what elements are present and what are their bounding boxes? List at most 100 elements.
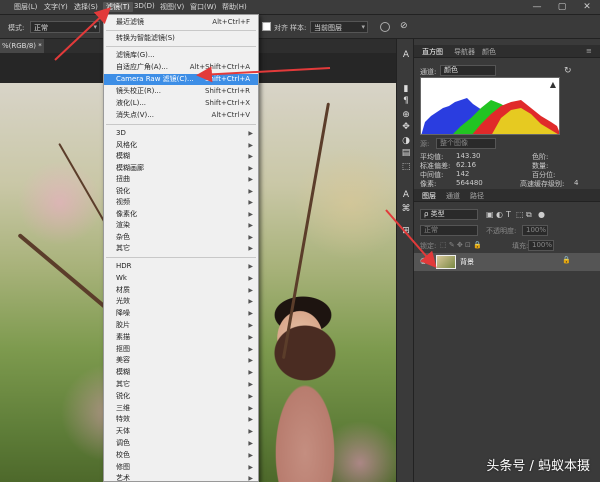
eye-icon[interactable]: ◉ (420, 256, 427, 265)
menu-item-submenu[interactable]: 模糊 ▶ (104, 151, 258, 162)
ignore-adjustment-icon[interactable] (380, 22, 390, 32)
menu-item-plugin[interactable]: 模糊 ▶ (104, 367, 258, 378)
lock-icons[interactable]: ⬚ ✎ ✥ ⊡ 🔒 (440, 241, 482, 249)
submenu-arrow-icon: ▶ (248, 333, 253, 341)
close-icon[interactable]: ✕ (580, 1, 594, 13)
cache-warning-icon[interactable]: ▲ (550, 80, 556, 89)
panel-tool-icon[interactable]: ¶ (400, 95, 412, 107)
refresh-icon[interactable]: ↻ (564, 66, 572, 76)
menu-3d[interactable]: 3D(D) (134, 2, 155, 10)
menu-item-submenu[interactable]: 扭曲 ▶ (104, 174, 258, 185)
tab-paths[interactable]: 路径 (470, 191, 484, 201)
panel-tool-icon[interactable]: ◑ (400, 135, 412, 147)
filter-adjust-icon[interactable]: ◐ (496, 210, 503, 219)
histogram-panel-tabs: 直方图 导航器 颜色 ≡ (414, 45, 600, 58)
submenu-arrow-icon: ▶ (248, 404, 253, 412)
source-select[interactable]: 整个图像 (436, 138, 496, 149)
channel-select[interactable]: 颜色 (440, 65, 496, 76)
menu-layer[interactable]: 图层(L) (14, 2, 37, 12)
menu-help[interactable]: 帮助(H) (222, 2, 247, 12)
brush-pressure-icon[interactable]: ⊘ (400, 21, 410, 33)
filter-type-icon[interactable]: T (506, 210, 511, 219)
sample-select[interactable]: 当前图层 (310, 21, 368, 33)
menu-item-plugin[interactable]: HDR ▶ (104, 261, 258, 272)
panel-tool-icon[interactable]: ▮ (400, 83, 412, 95)
menu-item-liquify[interactable]: 液化(L)... Shift+Ctrl+X (104, 98, 258, 109)
menu-item-lens-correction[interactable]: 镜头校正(R)... Shift+Ctrl+R (104, 86, 258, 97)
menu-item-plugin[interactable]: 调色 ▶ (104, 438, 258, 449)
menu-item-plugin[interactable]: 修图 ▶ (104, 462, 258, 473)
menu-item-submenu[interactable]: 视频 ▶ (104, 197, 258, 208)
blend-mode-select[interactable]: 正常 (420, 225, 478, 236)
layer-row-background[interactable]: ◉ 背景 🔒 (414, 253, 600, 271)
tab-histogram[interactable]: 直方图 (422, 47, 443, 57)
tab-channels[interactable]: 通道 (446, 191, 460, 201)
menu-item-plugin[interactable]: 天体 ▶ (104, 426, 258, 437)
menu-item-submenu[interactable]: 其它 ▶ (104, 243, 258, 254)
panel-tool-icon[interactable]: ✥ (400, 121, 412, 133)
filter-shape-icon[interactable]: ⬚ (516, 210, 524, 219)
menu-item-submenu[interactable]: 3D ▶ (104, 128, 258, 139)
document-tab[interactable]: %(RGB/8) * × (0, 39, 44, 53)
menu-item-plugin[interactable]: 艺术 ▶ (104, 473, 258, 481)
menu-filter[interactable]: 滤镜(T) (103, 2, 133, 12)
menu-item-plugin[interactable]: 其它 ▶ (104, 379, 258, 390)
tab-navigator[interactable]: 导航器 (454, 47, 475, 57)
menu-item-plugin[interactable]: 校色 ▶ (104, 450, 258, 461)
mode-select[interactable]: 正常 (30, 21, 100, 33)
menu-item-plugin[interactable]: 三维 ▶ (104, 403, 258, 414)
menu-item-plugin[interactable]: 胶片 ▶ (104, 320, 258, 331)
panel-tool-icon[interactable]: ⊕ (400, 109, 412, 121)
panel-menu-icon[interactable]: ≡ (586, 47, 592, 55)
opacity-input[interactable]: 100% (522, 225, 548, 236)
menu-item-submenu[interactable]: 模糊画廊 ▶ (104, 163, 258, 174)
panel-tool-icon[interactable]: ⌘ (400, 203, 412, 215)
align-checkbox[interactable] (262, 22, 271, 31)
filter-smart-icon[interactable]: ⧉ (526, 210, 532, 220)
menu-item-last-filter[interactable]: 最近滤镜 Alt+Ctrl+F (104, 17, 258, 28)
panel-tool-icon[interactable]: A (400, 189, 412, 201)
menu-item-submenu[interactable]: 风格化 ▶ (104, 140, 258, 151)
menu-item-plugin[interactable]: 美容 ▶ (104, 355, 258, 366)
menu-window[interactable]: 窗口(W) (190, 2, 216, 12)
menu-item-plugin[interactable]: 特效 ▶ (104, 414, 258, 425)
submenu-arrow-icon: ▶ (248, 392, 253, 400)
menu-item-plugin[interactable]: 光效 ▶ (104, 296, 258, 307)
fill-input[interactable]: 100% (528, 240, 554, 251)
menu-item-submenu[interactable]: 渲染 ▶ (104, 220, 258, 231)
menu-item-plugin[interactable]: 材质 ▶ (104, 285, 258, 296)
menu-view[interactable]: 视图(V) (160, 2, 184, 12)
layer-kind-filter[interactable]: ρ 类型 (420, 209, 478, 220)
submenu-arrow-icon: ▶ (248, 286, 253, 294)
menu-select[interactable]: 选择(S) (74, 2, 98, 12)
panel-tool-icon[interactable]: ⬚ (400, 161, 412, 173)
layer-lock-icon[interactable]: 🔒 (562, 256, 571, 264)
tab-color[interactable]: 颜色 (482, 47, 496, 57)
menu-item-plugin[interactable]: 抠图 ▶ (104, 344, 258, 355)
menu-item-submenu[interactable]: 像素化 ▶ (104, 209, 258, 220)
menu-item-filter-gallery[interactable]: 滤镜库(G)... (104, 50, 258, 61)
menu-item-adaptive-wide-angle[interactable]: 自适应广角(A)... Alt+Shift+Ctrl+A (104, 62, 258, 73)
panel-tool-icon[interactable]: A (400, 49, 412, 61)
menu-item-label: 扭曲 (116, 175, 130, 183)
minimize-icon[interactable]: — (530, 1, 544, 13)
menu-item-convert-smart-filter[interactable]: 转换为智能滤镜(S) (104, 33, 258, 44)
panel-tool-icon[interactable]: ▤ (400, 147, 412, 159)
filter-toggle-icon[interactable]: ● (538, 210, 545, 219)
menu-type[interactable]: 文字(Y) (44, 2, 68, 12)
panel-tool-icon[interactable]: ⊞ (400, 225, 412, 237)
menu-item-plugin[interactable]: 素描 ▶ (104, 332, 258, 343)
tab-layers[interactable]: 图层 (422, 191, 436, 201)
menu-item-label: 美容 (116, 356, 130, 365)
menu-item-plugin[interactable]: 降噪 ▶ (104, 308, 258, 319)
menu-item-label: 素描 (116, 332, 130, 341)
menu-item-plugin[interactable]: 锐化 ▶ (104, 391, 258, 402)
maximize-icon[interactable]: ▢ (555, 1, 569, 13)
align-label: 对齐 (274, 24, 288, 32)
menu-item-submenu[interactable]: 杂色 ▶ (104, 232, 258, 243)
menu-item-vanishing-point[interactable]: 消失点(V)... Alt+Ctrl+V (104, 110, 258, 121)
menu-item-camera-raw[interactable]: Camera Raw 滤镜(C)... Shift+Ctrl+A (104, 74, 258, 85)
menu-item-plugin[interactable]: Wk ▶ (104, 273, 258, 284)
filter-pixel-icon[interactable]: ▣ (486, 210, 494, 219)
menu-item-submenu[interactable]: 锐化 ▶ (104, 186, 258, 197)
